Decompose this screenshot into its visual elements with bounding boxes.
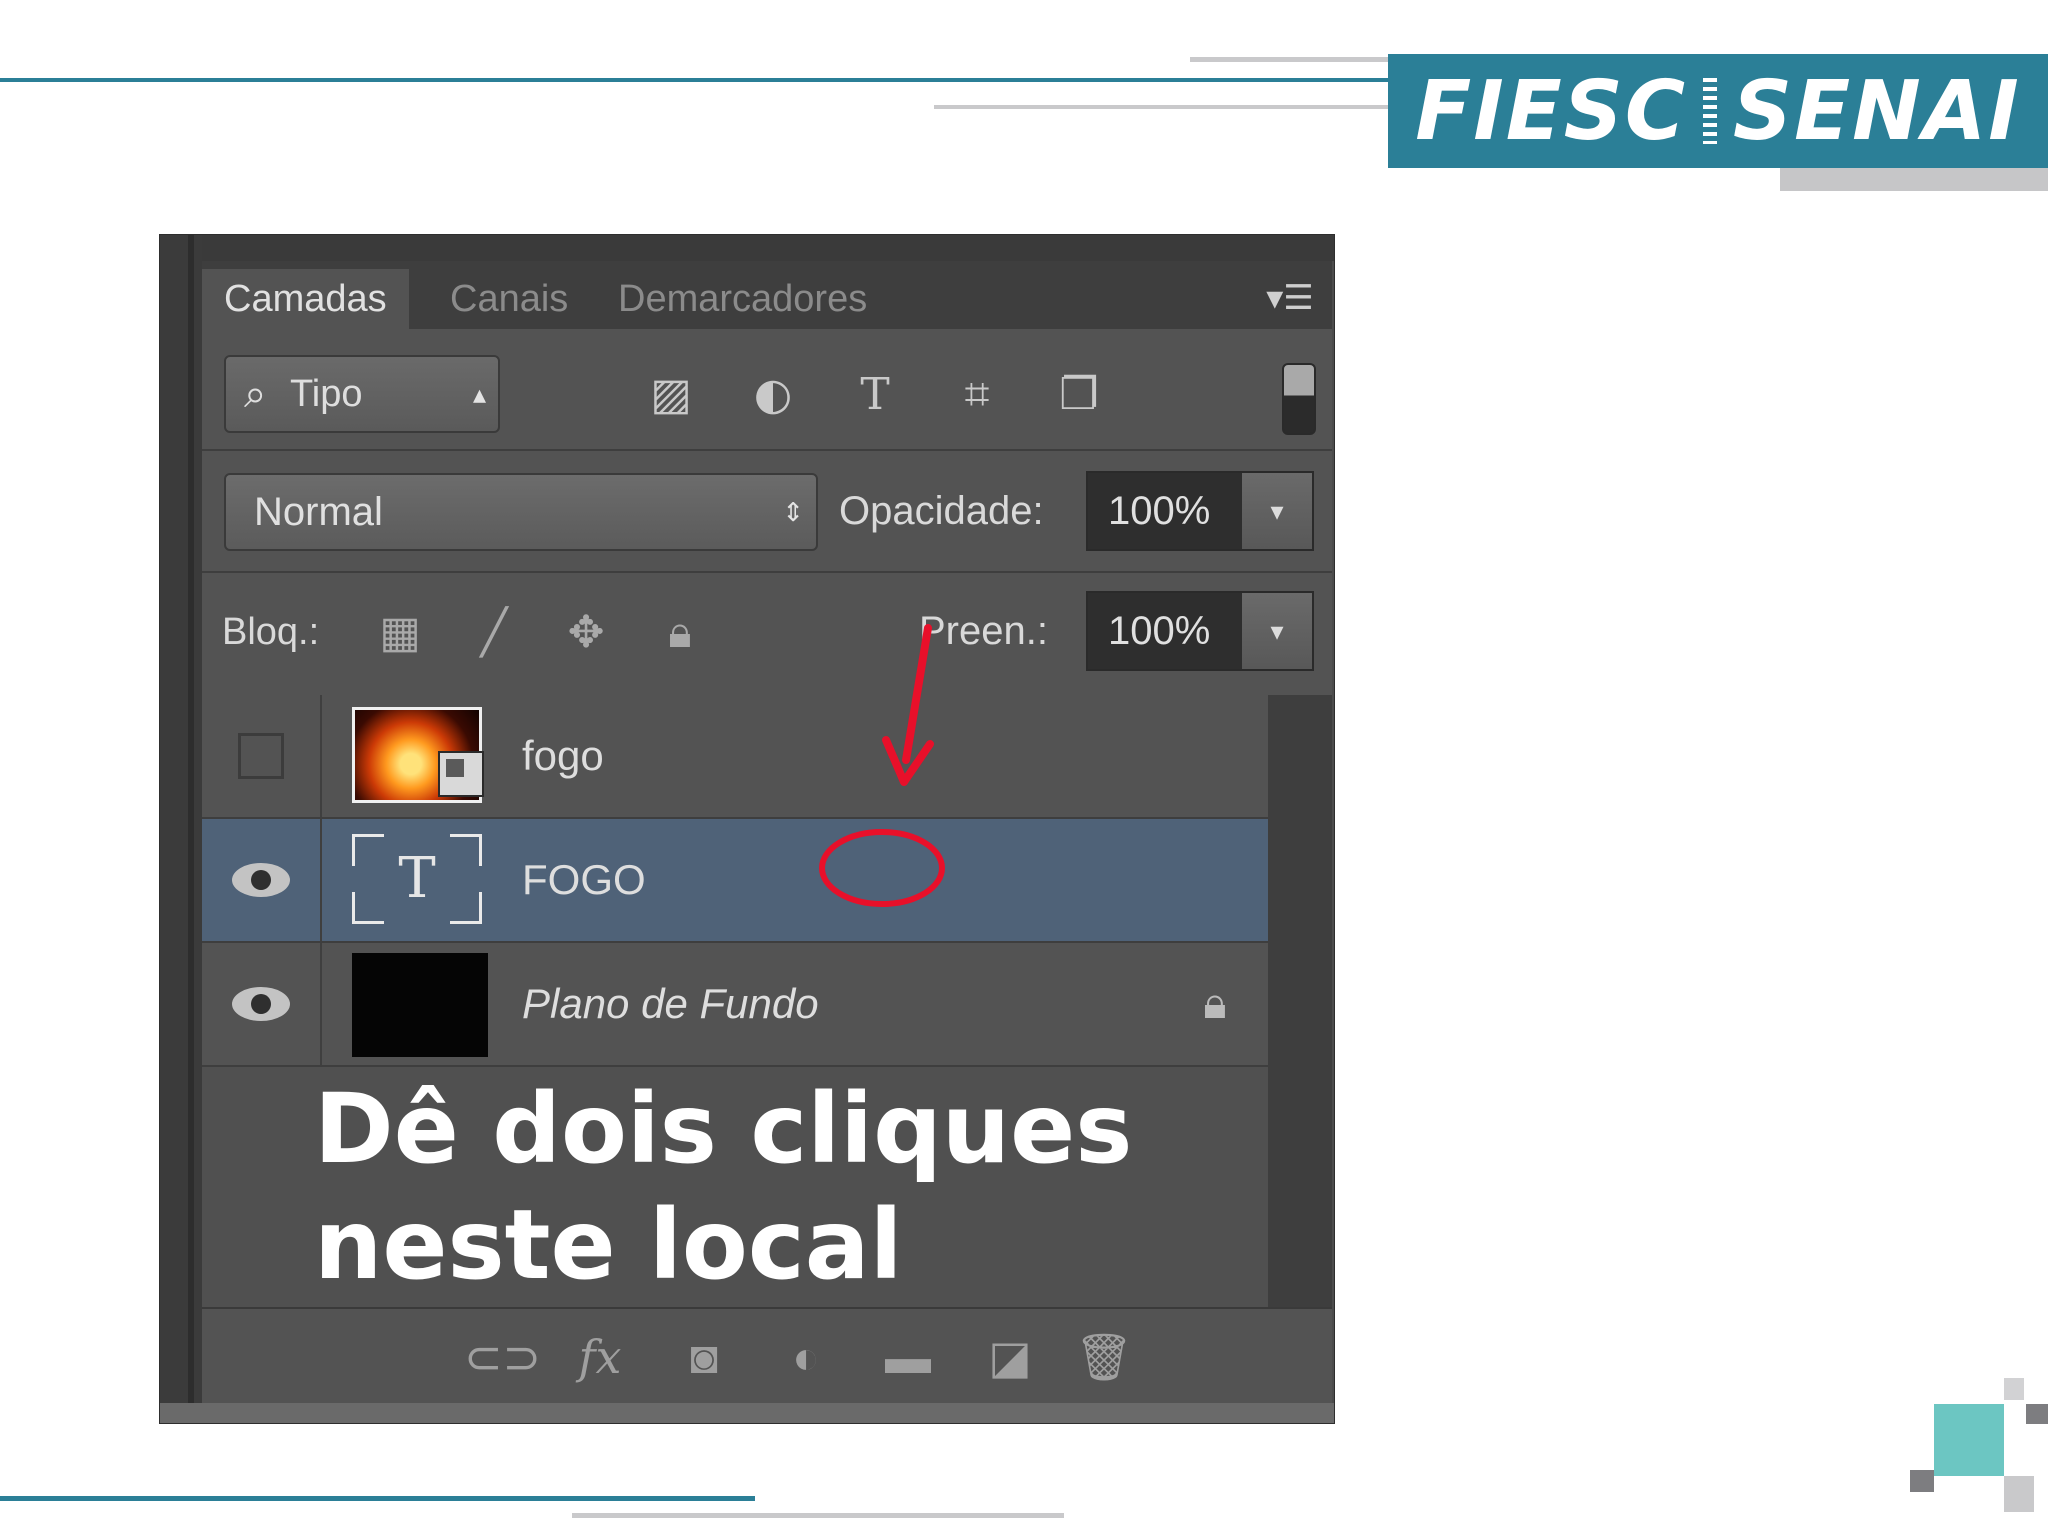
top-teal-line	[0, 78, 1390, 82]
panel-tab-strip: Camadas Canais Demarcadores ▾☰	[202, 261, 1332, 329]
blend-mode-value: Normal	[254, 490, 383, 534]
trash-icon[interactable]: 🗑︎	[1072, 1327, 1136, 1387]
filter-type-label: Tipo	[290, 373, 363, 415]
logo-shadow	[1780, 168, 2048, 191]
lock-transparent-pixels-icon[interactable]: ▦	[372, 605, 428, 661]
layer-list: fogo T FOGO Plano de Fundo 🔒︎	[202, 695, 1268, 1067]
search-icon: ⌕	[244, 372, 267, 416]
adjustment-filter-icon[interactable]: ◐	[744, 369, 802, 421]
corner-square-teal	[1934, 1404, 2004, 1476]
top-gray-line-2	[934, 105, 1390, 109]
corner-square-gray-top	[2004, 1378, 2024, 1400]
layer-list-scrollbar[interactable]	[1268, 695, 1332, 1307]
lock-row: Bloq.: ▦ ╱ ✥ 🔒︎ Preen.: 100% ▾	[202, 573, 1332, 697]
corner-square-gray-bottom	[2004, 1476, 2034, 1512]
logo-separator	[1703, 78, 1718, 144]
visibility-cell[interactable]	[202, 819, 322, 941]
opacity-dropdown-icon[interactable]: ▾	[1242, 473, 1312, 549]
fx-icon[interactable]: fx	[568, 1327, 632, 1387]
blend-row: Normal ⇕ Opacidade: 100% ▾	[202, 451, 1332, 573]
layers-panel-screenshot: Camadas Canais Demarcadores ▾☰ ⌕ Tipo ▴ …	[159, 234, 1335, 1424]
top-gray-line-1	[1190, 57, 1390, 62]
layer-row-plano-de-fundo[interactable]: Plano de Fundo 🔒︎	[202, 943, 1268, 1067]
text-layer-thumbnail[interactable]: T	[352, 831, 482, 927]
fill-dropdown-icon[interactable]: ▾	[1242, 593, 1312, 669]
filter-toggle-switch[interactable]	[1282, 363, 1316, 435]
updown-arrows-icon: ⇕	[782, 497, 804, 527]
link-layers-icon[interactable]: ⊂⊃	[464, 1327, 541, 1387]
adjustment-layer-icon[interactable]: ◐	[774, 1327, 838, 1387]
layer-name[interactable]: Plano de Fundo	[522, 943, 819, 1065]
group-folder-icon[interactable]: ▬	[876, 1327, 940, 1387]
panel-footer-toolbar: ⊂⊃ fx ◙ ◐ ▬ ◪ 🗑︎	[202, 1307, 1332, 1405]
bottom-gray-line	[572, 1513, 1064, 1518]
caption-line-1: Dê dois cliques	[314, 1073, 1133, 1185]
fiesc-senai-logo: FIESC SENAI	[1388, 54, 2048, 168]
opacity-field[interactable]: 100% ▾	[1086, 471, 1314, 551]
tab-camadas[interactable]: Camadas	[202, 269, 409, 329]
image-filter-icon[interactable]: ▨	[642, 369, 700, 421]
shape-filter-icon[interactable]: ⌗	[948, 369, 1006, 421]
layer-name[interactable]: fogo	[522, 695, 604, 817]
updown-arrows-icon: ▴	[472, 379, 486, 409]
caption-line-2: neste local	[314, 1189, 903, 1301]
lock-label: Bloq.:	[222, 611, 320, 653]
panel-bottom-bar	[160, 1403, 1334, 1423]
instruction-caption: Dê dois cliques neste local	[314, 1071, 1254, 1303]
smart-object-filter-icon[interactable]: ❐	[1050, 369, 1108, 421]
visibility-cell[interactable]	[202, 943, 322, 1065]
lock-all-icon[interactable]: 🔒︎	[652, 605, 708, 661]
filter-type-select[interactable]: ⌕ Tipo ▴	[224, 355, 500, 433]
panel-left-bar	[160, 235, 202, 1423]
filter-row: ⌕ Tipo ▴ ▨ ◐ T ⌗ ❐	[202, 329, 1332, 451]
bottom-teal-line	[0, 1496, 755, 1501]
panel-menu-icon[interactable]: ▾☰	[1264, 279, 1316, 317]
new-layer-icon[interactable]: ◪	[978, 1327, 1042, 1387]
lock-position-icon[interactable]: ✥	[558, 605, 614, 661]
corner-square-dark-left	[1910, 1470, 1934, 1492]
blend-mode-select[interactable]: Normal ⇕	[224, 473, 818, 551]
tab-canais[interactable]: Canais	[428, 269, 590, 329]
layer-mask-icon[interactable]: ◙	[672, 1327, 736, 1387]
lock-image-pixels-icon[interactable]: ╱	[466, 605, 522, 661]
fill-label: Preen.:	[919, 609, 1048, 653]
fill-value: 100%	[1108, 609, 1211, 653]
opacity-label: Opacidade:	[839, 489, 1044, 533]
panel-top-bar	[160, 235, 1334, 261]
logo-fiesc-text: FIESC	[1415, 63, 1688, 159]
fill-field[interactable]: 100% ▾	[1086, 591, 1314, 671]
eye-icon[interactable]	[232, 863, 290, 897]
lock-icon[interactable]: 🔒︎	[1188, 975, 1242, 1033]
corner-square-dark-right	[2026, 1404, 2048, 1424]
smart-object-badge-icon	[438, 751, 484, 797]
layer-row-text-fogo[interactable]: T FOGO	[202, 819, 1268, 943]
visibility-cell[interactable]	[202, 695, 322, 817]
tab-demarcadores[interactable]: Demarcadores	[596, 269, 889, 329]
layer-name[interactable]: FOGO	[522, 819, 646, 941]
layer-list-empty-area: Dê dois cliques neste local	[202, 1067, 1268, 1307]
eye-icon[interactable]	[232, 987, 290, 1021]
visibility-off-box[interactable]	[238, 733, 284, 779]
layer-row-fogo[interactable]: fogo	[202, 695, 1268, 819]
background-thumbnail	[352, 953, 488, 1057]
opacity-value: 100%	[1108, 489, 1211, 533]
type-filter-icon[interactable]: T	[846, 369, 904, 421]
logo-senai-text: SENAI	[1733, 63, 2021, 159]
